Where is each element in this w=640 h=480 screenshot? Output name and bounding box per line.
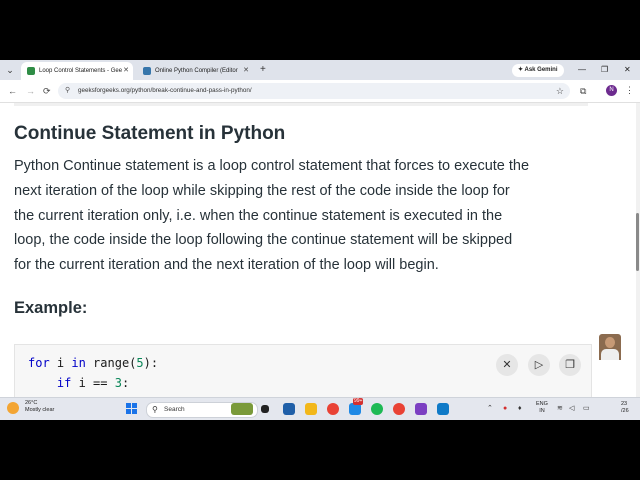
tab-loop-control[interactable]: Loop Control Statements - Gee ✕ [21,62,133,80]
chevron-up-icon[interactable]: ⌃ [487,404,493,414]
address-bar[interactable]: ⚲ geeksforgeeks.org/python/break-continu… [58,83,570,99]
tab-online-compiler[interactable]: Online Python Compiler (Editor ✕ [137,62,253,80]
microphone-icon[interactable]: ♦ [518,404,522,414]
copy-code-button[interactable]: ❐ [559,354,581,376]
new-tab-button[interactable]: + [260,63,266,77]
battery-icon[interactable]: ▭ [583,404,590,414]
profile-avatar[interactable]: N [606,85,617,96]
file-explorer-icon[interactable] [305,403,317,415]
search-label: Search [164,406,185,413]
reload-button[interactable]: ⟳ [43,84,51,98]
clock[interactable]: 23 /26 [621,401,629,415]
divider [14,103,588,106]
code-text[interactable]: for i in range(5): if i == 3: [28,353,158,393]
python-favicon-icon [143,67,151,75]
paragraph-line: loop, the code inside the loop following… [14,232,513,249]
notification-badge: 99+ [353,398,364,405]
toolbar: ← → ⟳ ⚲ geeksforgeeks.org/python/break-c… [0,80,640,103]
antivirus-icon[interactable]: ● [503,404,507,414]
close-tab-icon[interactable]: ✕ [123,62,129,80]
chrome-profile-icon[interactable] [393,403,405,415]
weather-widget[interactable]: 26°C Mostly clear [25,400,54,414]
chrome-icon[interactable] [327,403,339,415]
gfg-favicon-icon [27,67,35,75]
volume-icon[interactable]: ◁ [569,404,574,414]
app-icon[interactable] [415,403,427,415]
star-icon[interactable]: ☆ [556,85,564,97]
paragraph-line: next iteration of the loop while skippin… [14,182,510,199]
windows-start-icon[interactable] [126,403,138,415]
page-content: Continue Statement in Python Python Cont… [0,103,640,397]
scrollbar[interactable] [636,103,640,397]
weather-icon[interactable] [7,402,19,414]
search-icon: ⚲ [152,405,158,414]
store-icon[interactable] [283,403,295,415]
tab-bar: ⌄ Loop Control Statements - Gee ✕ Online… [0,60,640,80]
tab-title: Online Python Compiler (Editor [155,68,238,74]
section-paragraph: Python Continue statement is a loop cont… [14,154,594,278]
ask-gemini-button[interactable]: ✦ Ask Gemini [512,64,564,77]
minimize-button[interactable]: — [578,64,586,76]
mail-icon[interactable]: 99+ [349,398,364,415]
webcam-overlay [599,334,621,360]
taskbar: 26°C Mostly clear ⚲ Search 99+ ⌃ ● ♦ ENG… [0,397,640,420]
language-indicator[interactable]: ENG IN [536,401,548,415]
paragraph-line: the current iteration only, i.e. when th… [14,207,503,224]
extensions-icon[interactable]: ⧉ [580,85,586,97]
wifi-icon[interactable]: ≋ [557,404,563,414]
tab-search-icon[interactable]: ⌄ [3,64,17,76]
section-heading: Continue Statement in Python [14,123,286,144]
back-button[interactable]: ← [8,84,17,98]
menu-button[interactable]: ⋮ [625,84,634,96]
close-code-button[interactable]: ✕ [496,354,518,376]
code-block: for i in range(5): if i == 3: ✕ ▷ ❐ [14,344,592,397]
spotify-icon[interactable] [371,403,383,415]
forward-button[interactable]: → [26,84,35,98]
tab-title: Loop Control Statements - Gee [39,68,123,74]
url-text[interactable]: geeksforgeeks.org/python/break-continue-… [78,85,252,97]
paragraph-line: for the current iteration and the next i… [14,257,439,274]
maximize-button[interactable]: ❐ [601,64,608,76]
close-window-button[interactable]: ✕ [624,64,631,76]
task-view-icon[interactable] [261,405,269,413]
example-heading: Example: [14,299,88,317]
scrollbar-thumb[interactable] [636,213,639,271]
run-code-button[interactable]: ▷ [528,354,550,376]
paragraph-line: Python Continue statement is a loop cont… [14,158,530,174]
widgets-icon[interactable] [231,403,253,415]
site-info-icon[interactable]: ⚲ [65,86,70,96]
screen: ⌄ Loop Control Statements - Gee ✕ Online… [0,60,640,420]
close-tab-icon[interactable]: ✕ [243,62,249,80]
app-icon-2[interactable] [437,403,449,415]
